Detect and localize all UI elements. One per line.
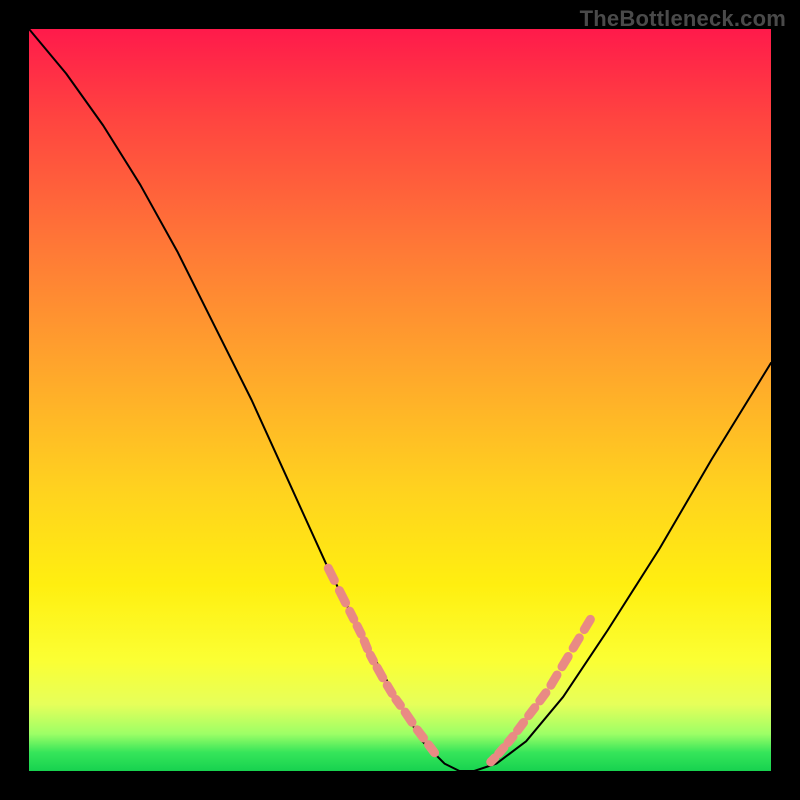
highlight-dashes-right-dash <box>508 736 513 742</box>
highlight-dashes-left-dash <box>357 626 361 634</box>
highlight-dashes-right-dash <box>584 619 590 629</box>
highlight-dashes-left-dash <box>405 712 412 722</box>
highlight-dashes-left-dash <box>328 568 334 580</box>
highlight-dashes-right-dash <box>499 748 504 754</box>
highlight-dashes-right-dash <box>491 758 495 762</box>
watermark-text: TheBottleneck.com <box>580 6 786 32</box>
highlight-dashes-left-dash <box>387 685 392 693</box>
highlight-dashes-right-dash <box>573 638 579 648</box>
highlight-dashes-right-dash <box>562 657 568 667</box>
highlight-dashes-left-dash <box>370 655 373 661</box>
highlight-dashes-left-dash <box>417 730 423 738</box>
highlight-dashes-left-dash <box>396 699 401 705</box>
chart-svg <box>0 0 800 800</box>
curve-layer <box>29 29 771 771</box>
highlight-dashes-left-dash <box>364 641 367 649</box>
highlight-dashes-left-dash <box>429 745 435 753</box>
highlight-dashes-left-dash <box>377 668 383 678</box>
highlight-dash-layer <box>328 568 590 762</box>
highlight-dashes-right-dash <box>518 722 524 730</box>
highlight-dashes-left-dash <box>339 591 345 603</box>
highlight-dashes-right-dash <box>540 693 546 701</box>
highlight-dashes-right-dash <box>551 675 557 685</box>
highlight-dashes-right-dash <box>529 708 535 716</box>
chart-frame: TheBottleneck.com <box>0 0 800 800</box>
highlight-dashes-left-dash <box>350 611 354 619</box>
bottleneck-curve-path <box>29 29 771 771</box>
